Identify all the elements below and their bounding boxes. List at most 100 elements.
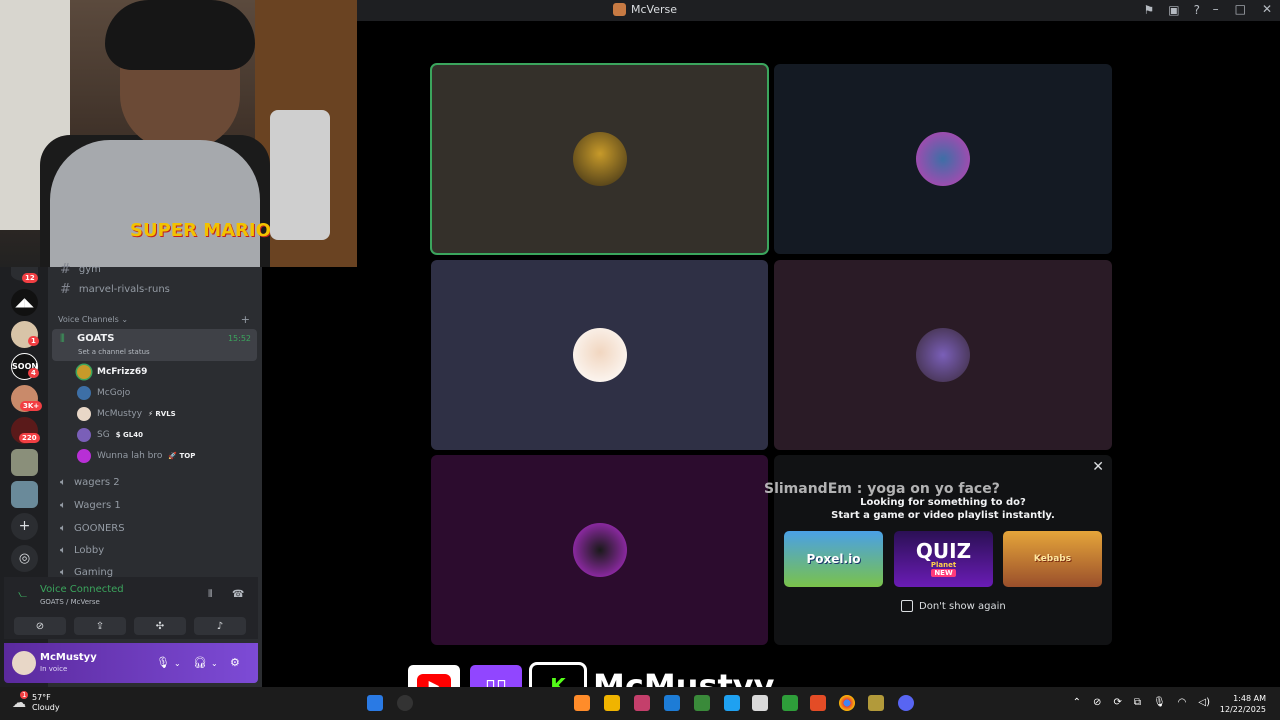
avatar: [572, 132, 627, 186]
mention-badge: 4: [28, 368, 39, 378]
tray-app-icon[interactable]: ⟳: [1113, 697, 1121, 708]
voice-channel-name: GOATS: [77, 333, 115, 344]
windows-start-icon[interactable]: [367, 695, 383, 711]
noise-suppression-icon[interactable]: ⦀: [208, 589, 212, 600]
speaker-icon: 🔈︎: [60, 500, 66, 511]
tray-app-icon[interactable]: ⧉: [1134, 697, 1141, 708]
chrome-icon[interactable]: [839, 695, 855, 711]
voice-channel[interactable]: 🔈︎ Wagers 1: [60, 500, 121, 511]
avatar: [916, 328, 970, 382]
xbox-icon[interactable]: [694, 695, 710, 711]
server-icon[interactable]: ◢◣: [11, 289, 38, 316]
member-clan-tag: $ GL40: [115, 431, 143, 439]
temperature: 57°F: [32, 693, 51, 702]
voice-channel-name: Lobby: [74, 545, 105, 556]
participant-tile[interactable]: [430, 63, 769, 255]
weather-widget[interactable]: ☁ 1 57°F Cloudy: [12, 691, 60, 713]
discord-icon[interactable]: [898, 695, 914, 711]
taskbar-app-icon[interactable]: [868, 695, 884, 711]
file-explorer-icon[interactable]: [604, 695, 620, 711]
discover-icon[interactable]: ◎: [11, 545, 38, 572]
screen: { "window": { "title": "McVerse", "toolb…: [0, 0, 1280, 720]
close-icon[interactable]: ✕: [1262, 2, 1272, 16]
minimize-icon[interactable]: –: [1213, 2, 1219, 16]
channel-status[interactable]: Set a channel status: [78, 348, 150, 356]
voice-member[interactable]: Wunna lah bro 🚀 TOP: [77, 447, 195, 465]
gear-icon[interactable]: ⚙: [230, 656, 240, 669]
webcam-bottles: [270, 110, 330, 240]
voice-channel[interactable]: 🔈︎ wagers 2: [60, 477, 120, 488]
signal-icon[interactable]: ⦦: [18, 587, 27, 601]
voice-member[interactable]: SG $ GL40: [77, 426, 143, 444]
taskbar-app-icon[interactable]: [574, 695, 590, 711]
share-screen-button[interactable]: ⇪: [74, 617, 126, 635]
participant-tile[interactable]: [774, 260, 1112, 450]
close-icon[interactable]: ✕: [1092, 459, 1104, 475]
microphone-icon[interactable]: 🎙︎: [1153, 697, 1166, 708]
chevron-down-icon: ⌄: [121, 315, 129, 324]
store-icon[interactable]: [752, 695, 768, 711]
volume-icon[interactable]: ◁): [1198, 697, 1210, 708]
username[interactable]: McMustyy: [40, 652, 97, 663]
activities-button[interactable]: ✣: [134, 617, 186, 635]
soundboard-icon: ♪: [216, 620, 224, 632]
maximize-icon[interactable]: □: [1235, 2, 1246, 16]
search-icon[interactable]: [397, 695, 413, 711]
avatar[interactable]: [12, 651, 36, 675]
participant-tile[interactable]: [774, 64, 1112, 254]
voice-channels-header[interactable]: Voice Channels ⌄: [58, 315, 128, 324]
dont-show-again[interactable]: Don't show again: [901, 600, 1006, 612]
help-icon[interactable]: ?: [1194, 3, 1200, 17]
screen-share-icon[interactable]: ▣: [1168, 3, 1179, 17]
voice-channel[interactable]: 🔈︎ GOONERS: [60, 523, 125, 534]
chevron-down-icon[interactable]: ⌄: [174, 659, 181, 668]
speaker-icon: 🔈︎: [60, 545, 66, 556]
game-card-quiz[interactable]: QUIZ Planet NEW: [894, 531, 993, 587]
wifi-icon[interactable]: ◠: [1178, 697, 1187, 708]
inbox-flag-icon[interactable]: ⚑: [1144, 3, 1155, 17]
taskbar-app-icon[interactable]: [810, 695, 826, 711]
channel-name: gym: [78, 264, 101, 275]
chevron-up-icon[interactable]: ⌃: [1073, 697, 1081, 708]
voice-channel[interactable]: 🔈︎ Lobby: [60, 545, 104, 556]
voice-status-subtitle[interactable]: GOATS / McVerse: [40, 598, 100, 606]
camera-off-button[interactable]: ⊘: [14, 617, 66, 635]
disconnect-icon[interactable]: ☎: [232, 589, 244, 600]
soundboard-button[interactable]: ♪: [194, 617, 246, 635]
taskbar-app-icon[interactable]: [634, 695, 650, 711]
voice-member[interactable]: McMustyy ⚡ RVLS: [77, 405, 176, 423]
server-icon[interactable]: [11, 481, 38, 508]
excel-icon[interactable]: [782, 695, 798, 711]
user-panel: McMustyy In voice 🎙︎ ⌄ 🎧︎ ⌄ ⚙: [4, 643, 258, 683]
tray-app-icon[interactable]: ⊘: [1093, 697, 1101, 708]
add-channel-icon[interactable]: +: [241, 313, 250, 326]
server-icon[interactable]: [11, 449, 38, 476]
dont-show-checkbox[interactable]: [901, 600, 913, 612]
member-name: SG: [97, 430, 110, 440]
game-card-poxel[interactable]: Poxel.io: [784, 531, 883, 587]
text-channel[interactable]: # gym: [60, 262, 101, 277]
user-status: In voice: [40, 665, 68, 673]
voice-member[interactable]: McGojo: [77, 384, 130, 402]
server-icon: [613, 3, 626, 16]
voice-channel-name: wagers 2: [74, 477, 120, 488]
microphone-icon[interactable]: 🎙︎: [156, 656, 170, 669]
game-card-label: Kebabs: [1033, 554, 1072, 564]
edge-icon[interactable]: [664, 695, 680, 711]
chevron-down-icon[interactable]: ⌄: [211, 659, 218, 668]
game-card-sublabel: Planet: [930, 561, 957, 569]
game-card-kebabs[interactable]: Kebabs: [1003, 531, 1102, 587]
add-server-icon[interactable]: +: [11, 513, 38, 540]
fox-icon: ◢◣: [15, 295, 34, 309]
headphones-icon[interactable]: 🎧︎: [193, 656, 207, 669]
active-voice-channel[interactable]: ⦀ GOATS Set a channel status 15:52: [52, 329, 257, 361]
mention-badge: 3K+: [20, 401, 43, 411]
voice-member[interactable]: McFrizz69: [77, 363, 147, 381]
participant-tile[interactable]: [431, 455, 768, 645]
text-channel[interactable]: # marvel-rivals-runs: [60, 282, 170, 297]
participant-tile[interactable]: [431, 260, 768, 450]
time: 1:48 AM: [1233, 694, 1266, 703]
game-card-label: Poxel.io: [806, 552, 861, 566]
clock[interactable]: 1:48 AM 12/22/2025: [1220, 693, 1266, 715]
taskbar-app-icon[interactable]: [724, 695, 740, 711]
